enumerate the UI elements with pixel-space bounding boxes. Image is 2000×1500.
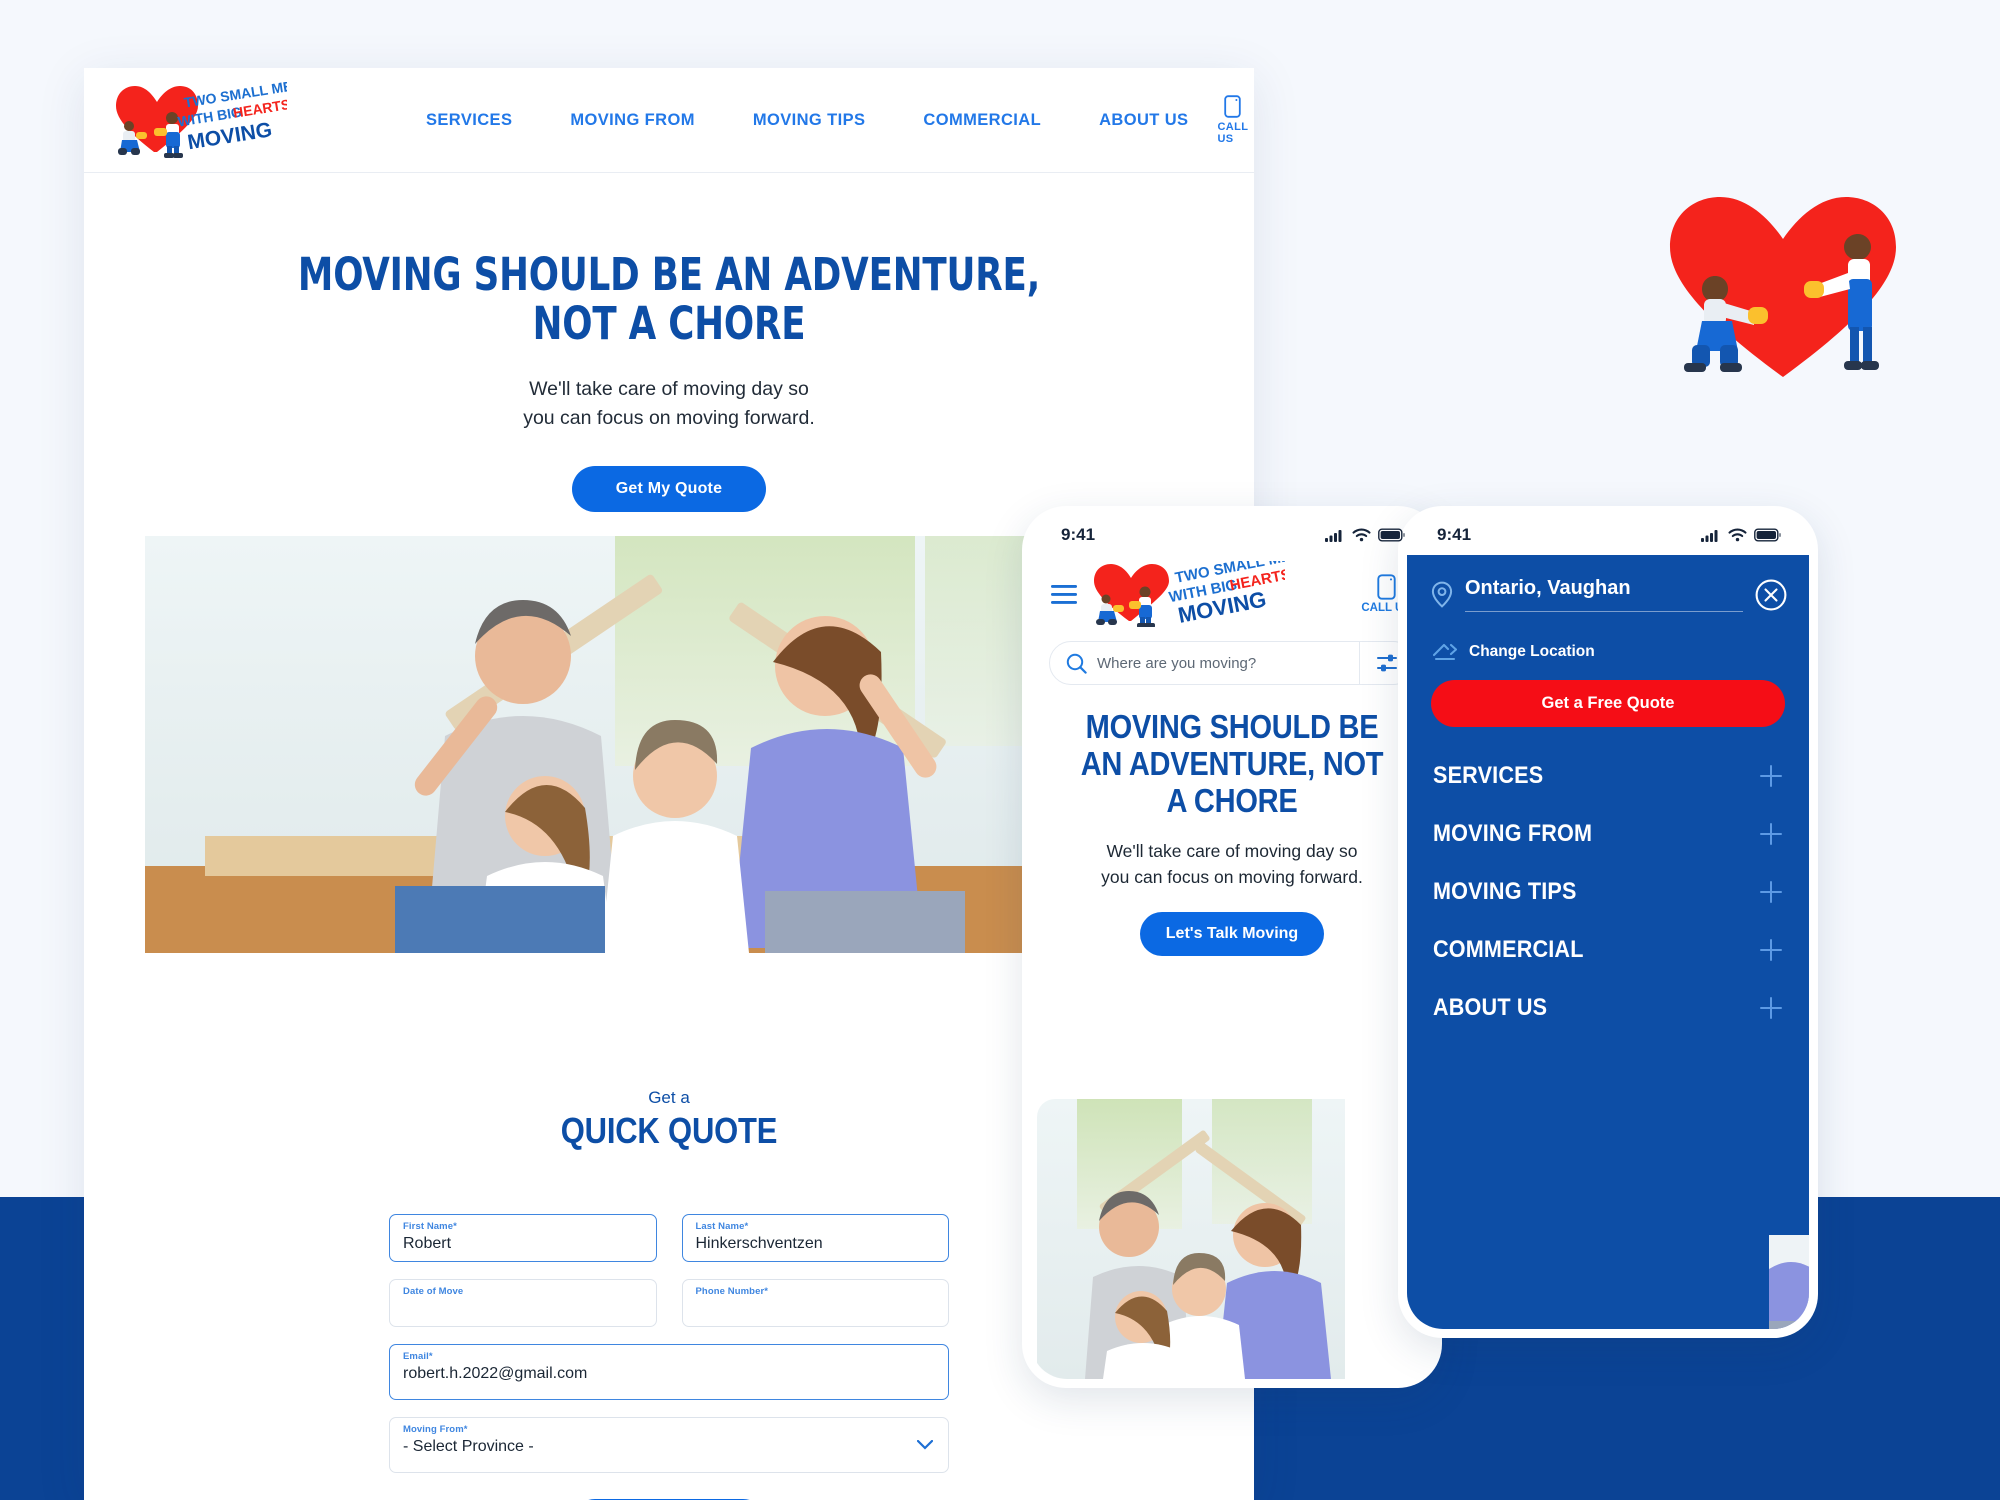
date-of-move-label: Date of Move [403, 1286, 464, 1297]
desktop-header: TWO SMALL MEN WITH BIG HEARTS MOVING SER… [84, 68, 1254, 173]
first-name-field[interactable]: First Name* Robert [389, 1214, 657, 1262]
menu-item-label: ABOUT US [1433, 994, 1548, 1021]
desktop-nav: SERVICES MOVING FROM MOVING TIPS COMMERC… [397, 111, 1217, 130]
call-us-label: CALL US [1217, 121, 1249, 145]
phone1-hero-heading: MOVING SHOULD BE AN ADVENTURE, NOT A CHO… [1073, 708, 1392, 820]
phone-icon [1224, 95, 1242, 118]
get-free-quote-button[interactable]: Get a Free Quote [1431, 680, 1785, 727]
form-row-email: Email* robert.h.2022@gmail.com [389, 1344, 949, 1400]
hero-subtext: We'll take care of moving day so you can… [84, 375, 1254, 433]
hero-get-my-quote-button[interactable]: Get My Quote [571, 465, 767, 512]
phone-icon [1377, 574, 1396, 600]
phone1-header: TWO SMALL MEN WITH BIG HEARTS MOVING [1031, 555, 1433, 627]
plus-icon[interactable] [1759, 996, 1783, 1020]
wifi-icon [1728, 528, 1747, 542]
phone1-sub-line1: We'll take care of moving day so [1106, 840, 1358, 861]
mobile-home-mockup: 9:41 TWO SMALL WITH BIG HEARTS MOVING CA… [1022, 506, 1442, 1388]
battery-icon [1754, 528, 1781, 542]
desktop-hero: MOVING SHOULD BE AN ADVENTURE, NOT A CHO… [84, 173, 1254, 512]
change-location-row[interactable]: Change Location [1407, 612, 1809, 662]
phone1-search-placeholder: Where are you moving? [1097, 654, 1257, 672]
chevron-down-icon [917, 1440, 933, 1450]
location-pin-icon [1431, 581, 1453, 608]
brand-logo[interactable]: TWO SMALL MEN WITH BIG HEARTS MOVING [112, 82, 287, 158]
plus-icon[interactable] [1759, 764, 1783, 788]
menu-item-label: SERVICES [1433, 762, 1544, 789]
quote-form: First Name* Robert Last Name* Hinkerschv… [389, 1214, 949, 1500]
close-icon[interactable] [1755, 579, 1787, 611]
menu-item-label: MOVING FROM [1433, 820, 1593, 847]
last-name-label: Last Name* [695, 1221, 749, 1232]
plus-icon[interactable] [1759, 822, 1783, 846]
change-location-label: Change Location [1469, 643, 1595, 660]
phone1-hero: MOVING SHOULD BE AN ADVENTURE, NOT A CHO… [1031, 685, 1433, 957]
last-name-value: Hinkerschventzen [695, 1235, 823, 1252]
date-of-move-field[interactable]: Date of Move [389, 1279, 657, 1327]
first-name-value: Robert [403, 1235, 452, 1252]
form-row-moving-from: Moving From* - Select Province - [389, 1417, 949, 1473]
battery-icon [1378, 528, 1405, 542]
phone1-hero-line1: MOVING SHOULD BE [1085, 708, 1379, 745]
hero-subtext-line2: you can focus on moving forward. [523, 407, 815, 430]
phone1-hero-subtext: We'll take care of moving day so you can… [1051, 838, 1413, 891]
phone1-status-time: 9:41 [1061, 525, 1096, 544]
last-name-field[interactable]: Last Name* Hinkerschventzen [681, 1214, 949, 1262]
search-icon [1066, 653, 1087, 674]
heart-movers-illustration [1658, 185, 1908, 385]
nav-item-commercial[interactable]: COMMERCIAL [894, 111, 1070, 130]
cellular-signal-icon [1701, 530, 1718, 542]
phone1-status-bar: 9:41 [1031, 515, 1433, 555]
cellular-signal-icon [1325, 530, 1342, 542]
phone1-hero-line2: AN ADVENTURE, NOT [1080, 744, 1384, 782]
hero-subtext-line1: We'll take care of moving day so [529, 378, 809, 401]
wifi-icon [1352, 528, 1371, 542]
phone2-menu-list: SERVICES MOVING FROM MOVING TIPS COMMERC… [1407, 727, 1809, 1037]
location-value[interactable]: Ontario, Vaughan [1465, 577, 1743, 612]
phone-number-label: Phone Number* [695, 1286, 769, 1297]
phone1-sub-line2: you can focus on moving forward. [1101, 867, 1363, 888]
menu-item-commercial[interactable]: COMMERCIAL [1433, 921, 1783, 979]
phone2-background-photo-strip [1769, 1235, 1809, 1329]
menu-item-services[interactable]: SERVICES [1433, 747, 1783, 805]
phone1-cta-button[interactable]: Let's Talk Moving [1139, 912, 1325, 957]
form-row-name: First Name* Robert Last Name* Hinkerschv… [389, 1214, 949, 1262]
hero-heading-line1: MOVING SHOULD BE AN ADVENTURE, [297, 248, 1041, 301]
phone2-status-time: 9:41 [1437, 525, 1472, 544]
menu-item-moving-tips[interactable]: MOVING TIPS [1433, 863, 1783, 921]
mobile-menu-mockup: 9:41 Ontario, Vaughan Change Location Ge… [1398, 506, 1818, 1338]
nav-item-services[interactable]: SERVICES [397, 111, 541, 130]
phone1-hero-line3: A CHORE [1166, 781, 1298, 819]
email-value: robert.h.2022@gmail.com [403, 1365, 588, 1382]
phone1-hero-photo [1037, 1099, 1345, 1379]
email-label: Email* [403, 1351, 433, 1362]
menu-item-about-us[interactable]: ABOUT US [1433, 979, 1783, 1037]
call-us-button[interactable]: CALL US [1217, 95, 1254, 145]
nav-item-moving-from[interactable]: MOVING FROM [541, 111, 723, 130]
moving-from-value: - Select Province - [403, 1438, 534, 1455]
hamburger-menu-icon[interactable] [1051, 584, 1077, 604]
menu-item-label: MOVING TIPS [1433, 878, 1577, 905]
menu-item-moving-from[interactable]: MOVING FROM [1433, 805, 1783, 863]
phone2-status-bar: 9:41 [1407, 515, 1809, 555]
hero-heading: MOVING SHOULD BE AN ADVENTURE, NOT A CHO… [154, 248, 1184, 350]
plus-icon[interactable] [1759, 880, 1783, 904]
phone-number-field[interactable]: Phone Number* [681, 1279, 949, 1327]
plus-icon[interactable] [1759, 938, 1783, 962]
nav-item-about-us[interactable]: ABOUT US [1070, 111, 1217, 130]
form-row-date-phone: Date of Move Phone Number* [389, 1279, 949, 1327]
nav-item-moving-tips[interactable]: MOVING TIPS [724, 111, 895, 130]
phone2-menu-panel: Ontario, Vaughan Change Location Get a F… [1407, 555, 1809, 1329]
phone1-brand-logo[interactable]: TWO SMALL MEN WITH BIG HEARTS MOVING [1085, 561, 1285, 627]
change-location-icon [1433, 643, 1457, 661]
menu-item-label: COMMERCIAL [1433, 936, 1584, 963]
moving-from-label: Moving From* [403, 1424, 468, 1435]
phone1-search-bar[interactable]: Where are you moving? [1049, 641, 1415, 685]
location-row: Ontario, Vaughan [1407, 555, 1809, 612]
moving-from-select[interactable]: Moving From* - Select Province - [389, 1417, 949, 1473]
first-name-label: First Name* [403, 1221, 457, 1232]
email-field[interactable]: Email* robert.h.2022@gmail.com [389, 1344, 949, 1400]
hero-heading-line2: NOT A CHORE [532, 296, 806, 350]
